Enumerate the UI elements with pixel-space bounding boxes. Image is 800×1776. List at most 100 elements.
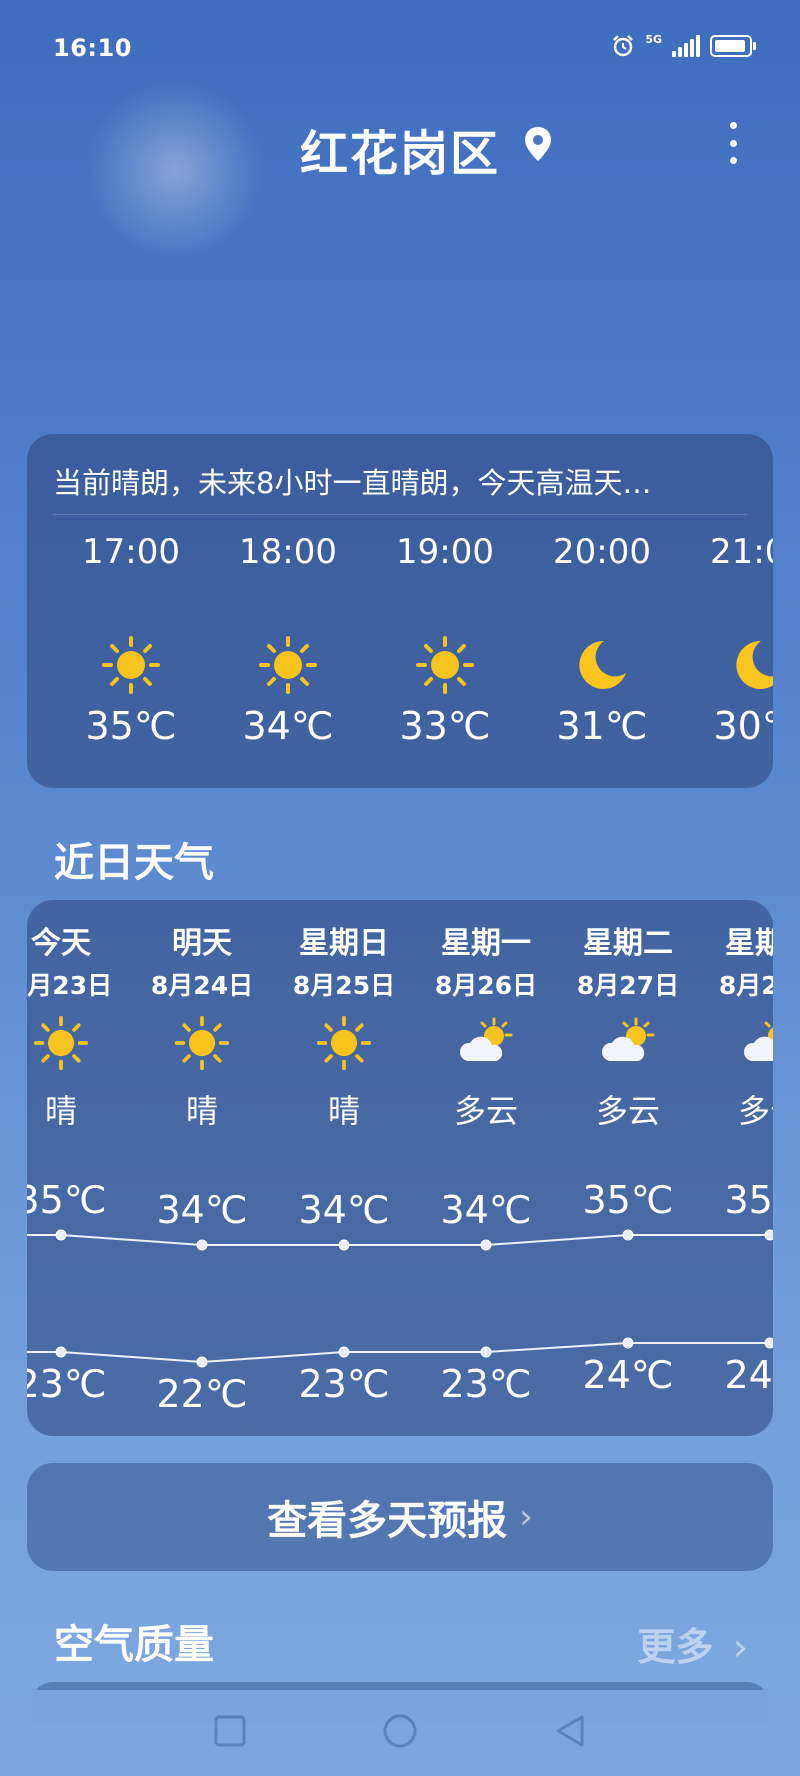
home-button[interactable] xyxy=(370,1706,430,1756)
day-date: 8月26日 xyxy=(434,971,538,1000)
back-button[interactable] xyxy=(540,1706,600,1756)
daily-item: 今天 8月23日 晴 xyxy=(27,922,132,1146)
day-name: 星期一 xyxy=(441,926,531,961)
network-type-label: 5G xyxy=(645,33,662,46)
low-temp-point xyxy=(55,1346,67,1358)
day-condition: 晴 xyxy=(185,1092,218,1130)
hour-label: 20:00 xyxy=(553,532,651,572)
day-name: 今天 xyxy=(31,926,91,961)
day-condition: 多云 xyxy=(595,1092,660,1130)
hourly-item: 20:00 31℃ xyxy=(527,530,677,748)
hourly-item: 17:00 35℃ xyxy=(56,530,206,748)
day-condition: 多云 xyxy=(453,1092,518,1130)
low-temp-label: 22℃ xyxy=(156,1372,248,1416)
daily-item: 星期三 8月28日 多云 xyxy=(699,922,773,1146)
moon-icon xyxy=(736,640,773,689)
chevron-right-icon: › xyxy=(519,1497,533,1537)
high-temp-line xyxy=(27,1234,770,1246)
sun-icon xyxy=(416,636,474,694)
hourly-item: 21:00 30℃ xyxy=(684,530,773,748)
daily-item: 明天 8月24日 晴 xyxy=(131,922,273,1146)
system-navigation-bar xyxy=(0,1690,800,1776)
hour-label: 19:00 xyxy=(396,532,494,572)
day-date: 8月23日 xyxy=(27,971,113,1000)
day-name: 星期二 xyxy=(583,926,673,961)
chevron-right-icon: › xyxy=(732,1625,748,1669)
day-date: 8月28日 xyxy=(718,971,773,1000)
moon-icon xyxy=(579,640,626,689)
hour-label: 21:00 xyxy=(710,532,773,572)
status-bar: 16:10 5G xyxy=(0,0,800,96)
circle-icon xyxy=(383,1714,417,1748)
hour-temp: 31℃ xyxy=(556,704,648,748)
recent-apps-button[interactable] xyxy=(200,1706,260,1756)
low-temp-label: 23℃ xyxy=(298,1362,390,1406)
day-date: 8月24日 xyxy=(150,971,254,1000)
high-temp-label: 34℃ xyxy=(298,1188,390,1232)
low-temp-label: 23℃ xyxy=(440,1362,532,1406)
hour-label: 17:00 xyxy=(82,532,180,572)
location-pin-icon[interactable] xyxy=(522,125,554,163)
high-temp-label: 34℃ xyxy=(440,1188,532,1232)
alarm-icon xyxy=(613,35,634,57)
high-temp-label: 35℃ xyxy=(27,1178,107,1222)
day-condition: 晴 xyxy=(327,1092,360,1130)
divider xyxy=(53,514,747,515)
high-temp-point xyxy=(480,1239,492,1251)
day-name: 明天 xyxy=(172,926,232,961)
low-temp-point xyxy=(338,1346,350,1358)
high-temp-point xyxy=(55,1229,67,1241)
sun-icon xyxy=(174,1015,230,1071)
air-quality-more-link[interactable]: 更多 › xyxy=(638,1616,748,1671)
high-temp-point xyxy=(338,1239,350,1251)
forecast-button-label: 查看多天预报 xyxy=(267,1498,508,1544)
battery-icon xyxy=(710,35,756,57)
low-temp-label: 24℃ xyxy=(582,1353,674,1397)
low-temp-point xyxy=(764,1337,773,1349)
high-temp-point xyxy=(764,1229,773,1241)
status-time: 16:10 xyxy=(53,34,132,62)
hour-temp: 34℃ xyxy=(242,704,334,748)
hourly-item: 19:00 33℃ xyxy=(370,530,520,748)
daily-item: 星期一 8月26日 多云 xyxy=(415,922,557,1146)
low-temp-point xyxy=(196,1356,208,1368)
daily-section-title: 近日天气 xyxy=(54,840,214,886)
daily-forecast-card[interactable]: 今天 8月23日 晴 明天 8月24日 晴 星期日 8月25日 晴 星期一 8月… xyxy=(27,900,773,1436)
high-temp-point xyxy=(196,1239,208,1251)
air-quality-title: 空气质量 xyxy=(54,1622,214,1668)
more-dot-icon xyxy=(729,157,737,164)
hour-label: 18:00 xyxy=(239,532,337,572)
hour-temp: 30℃ xyxy=(713,704,773,748)
high-temp-label: 34℃ xyxy=(156,1188,248,1232)
day-condition: 多云 xyxy=(737,1092,773,1130)
more-dot-icon xyxy=(729,122,737,129)
sun-icon xyxy=(316,1015,372,1071)
weather-summary: 当前晴朗，未来8小时一直晴朗，今天高温天… xyxy=(53,466,652,500)
day-date: 8月27日 xyxy=(576,971,680,1000)
hour-temp: 33℃ xyxy=(399,704,491,748)
view-multi-day-forecast-button[interactable]: 查看多天预报 › xyxy=(27,1463,773,1571)
city-title[interactable]: 红花岗区 xyxy=(0,114,800,184)
more-dot-icon xyxy=(729,139,737,147)
high-temp-point xyxy=(622,1229,634,1241)
status-icons: 5G xyxy=(611,33,756,58)
daily-item: 星期二 8月27日 多云 xyxy=(557,922,699,1146)
cloud-sun-icon xyxy=(459,1017,513,1061)
sun-icon xyxy=(102,636,160,694)
day-name: 星期三 xyxy=(725,926,773,961)
hourly-forecast-card[interactable]: 当前晴朗，未来8小时一直晴朗，今天高温天… 17:00 35℃ 18:00 34… xyxy=(27,434,773,788)
sun-icon xyxy=(259,636,317,694)
hourly-item: 18:00 34℃ xyxy=(213,530,363,748)
low-temp-point xyxy=(480,1346,492,1358)
low-temp-label: 24℃ xyxy=(724,1353,773,1397)
hour-temp: 35℃ xyxy=(85,704,177,748)
cloud-sun-icon xyxy=(601,1017,655,1061)
high-temp-label: 35℃ xyxy=(724,1178,773,1222)
triangle-back-icon xyxy=(556,1715,584,1747)
square-icon xyxy=(214,1715,246,1747)
low-temp-point xyxy=(622,1337,634,1349)
cloud-sun-icon xyxy=(744,1021,773,1061)
more-options-button[interactable] xyxy=(718,118,748,168)
more-label: 更多 xyxy=(637,1625,714,1669)
high-temp-label: 35℃ xyxy=(582,1178,674,1222)
